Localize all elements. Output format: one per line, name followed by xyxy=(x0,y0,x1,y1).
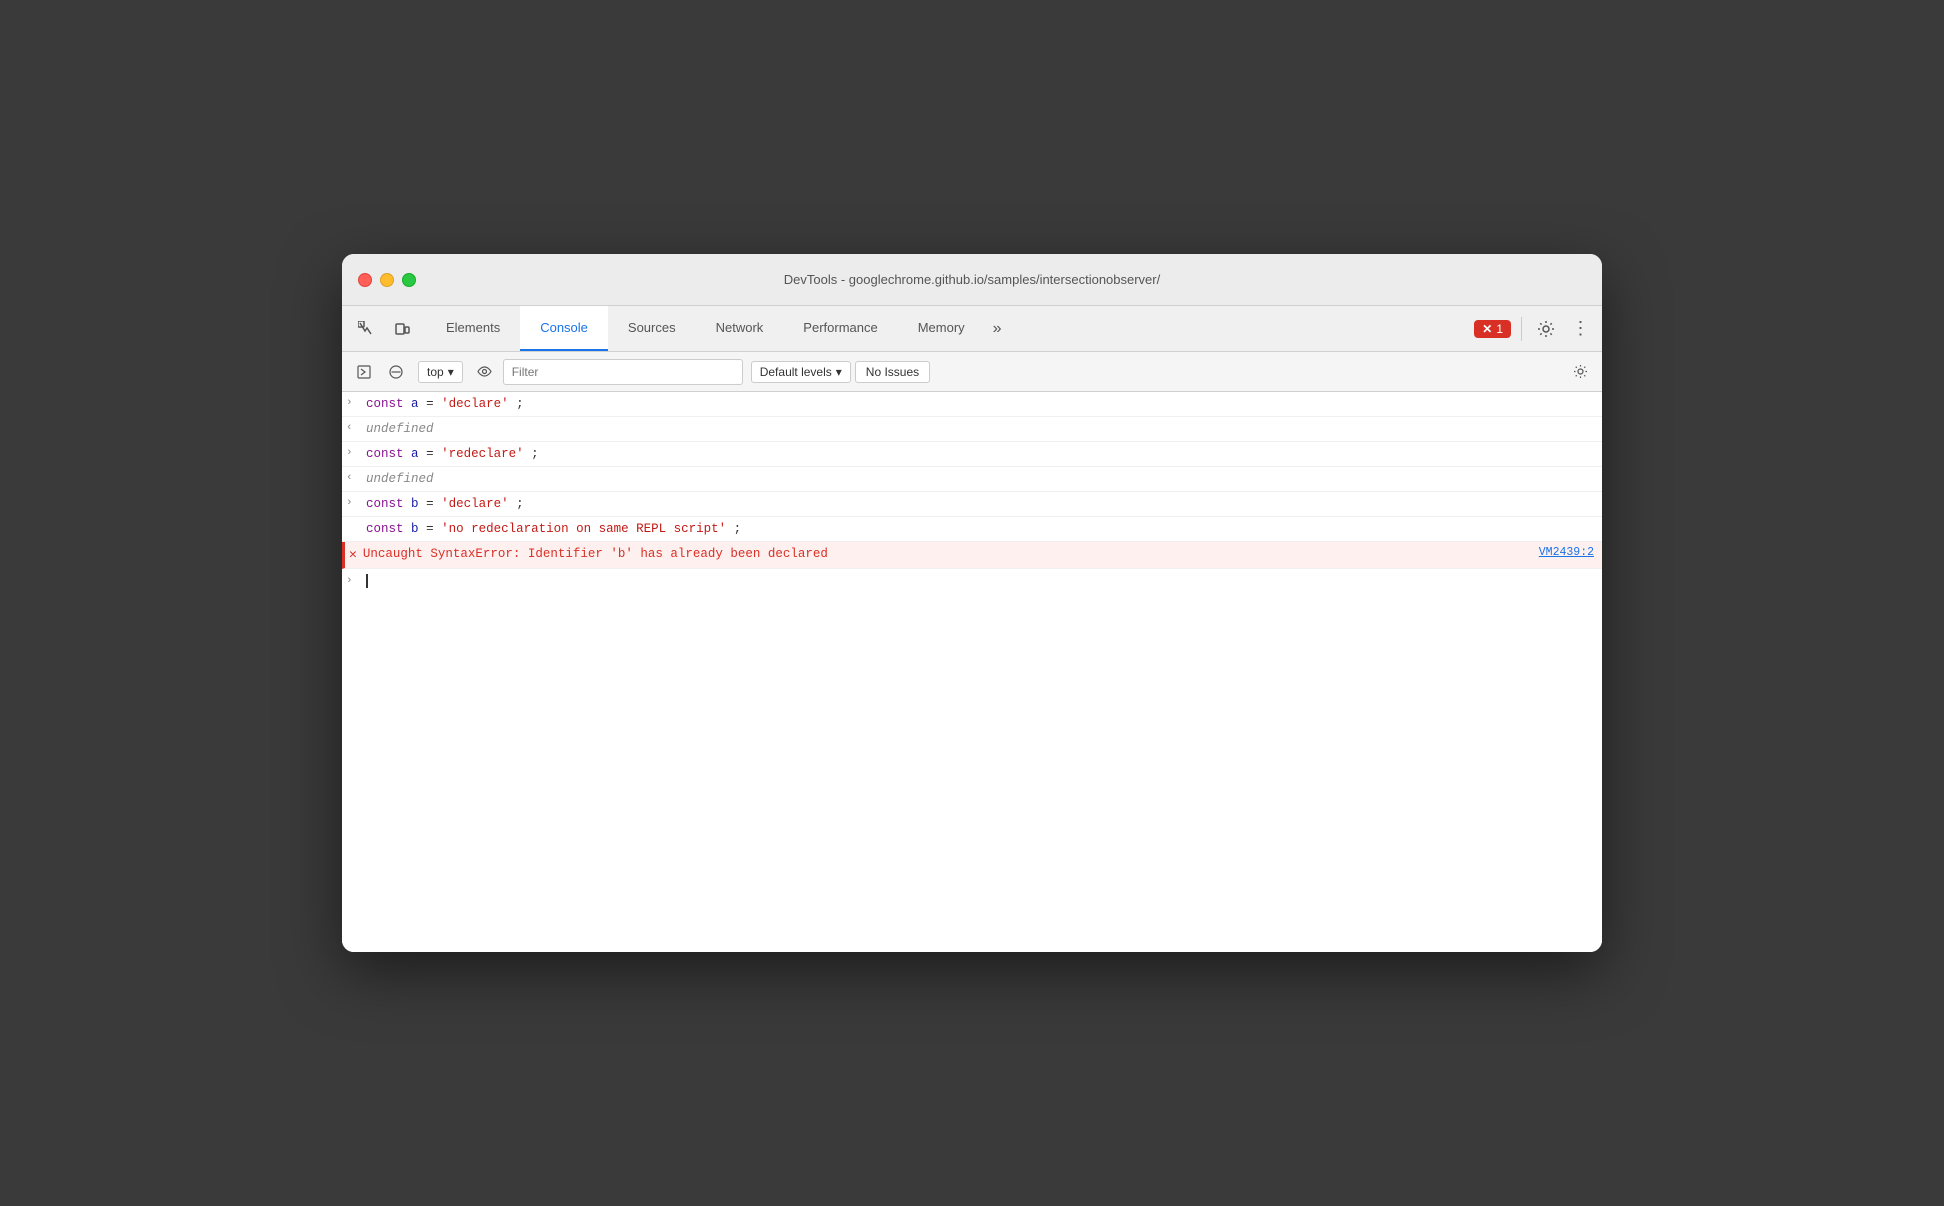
error-source-link[interactable]: VM2439:2 xyxy=(1539,544,1594,562)
tab-list: Elements Console Sources Network Perform… xyxy=(426,306,1466,351)
op-1: = xyxy=(426,397,441,411)
error-text: Uncaught SyntaxError: Identifier 'b' has… xyxy=(363,544,1531,564)
minimize-button[interactable] xyxy=(380,273,394,287)
console-line-2: ‹ undefined xyxy=(342,417,1602,442)
str-1: 'declare' xyxy=(441,397,509,411)
semi-1: ; xyxy=(516,397,524,411)
error-icon: ✕ xyxy=(349,545,357,566)
levels-arrow-icon: ▾ xyxy=(836,365,842,379)
tab-sources[interactable]: Sources xyxy=(608,306,696,351)
more-tabs-button[interactable]: » xyxy=(985,306,1010,351)
run-script-button[interactable] xyxy=(350,358,378,386)
input-arrow: › xyxy=(346,573,360,591)
keyword-1: const xyxy=(366,397,404,411)
semi-6: ; xyxy=(734,522,742,536)
console-error-line: ✕ Uncaught SyntaxError: Identifier 'b' h… xyxy=(342,542,1602,569)
maximize-button[interactable] xyxy=(402,273,416,287)
context-selector[interactable]: top ▾ xyxy=(418,361,463,383)
tab-bar-right: ✕ 1 ⋮ xyxy=(1466,306,1602,351)
return-arrow-1: ‹ xyxy=(346,420,360,438)
var-1: a xyxy=(411,397,419,411)
tab-console[interactable]: Console xyxy=(520,306,608,351)
eye-button[interactable] xyxy=(471,358,499,386)
tab-memory[interactable]: Memory xyxy=(898,306,985,351)
no-issues-button[interactable]: No Issues xyxy=(855,361,930,383)
arrow-icon-3: › xyxy=(346,445,360,463)
error-count: 1 xyxy=(1496,322,1503,336)
console-line-5: › const b = 'declare' ; xyxy=(342,492,1602,517)
traffic-lights xyxy=(358,273,416,287)
device-toolbar-button[interactable] xyxy=(386,313,418,345)
console-input-line[interactable]: › xyxy=(342,569,1602,593)
line-content-1: const a = 'declare' ; xyxy=(366,394,1594,414)
arrow-icon-6: › xyxy=(346,520,360,538)
semi-5: ; xyxy=(516,497,524,511)
context-arrow-icon: ▾ xyxy=(448,365,454,379)
op-6: = xyxy=(426,522,441,536)
op-3: = xyxy=(426,447,441,461)
console-line-4: ‹ undefined xyxy=(342,467,1602,492)
arrow-icon-1: › xyxy=(346,395,360,413)
str-6: 'no redeclaration on same REPL script' xyxy=(441,522,726,536)
console-toolbar: top ▾ Default levels ▾ No Issues xyxy=(342,352,1602,392)
undefined-2: undefined xyxy=(366,472,434,486)
console-line-1: › const a = 'declare' ; xyxy=(342,392,1602,417)
console-line-3: › const a = 'redeclare' ; xyxy=(342,442,1602,467)
divider xyxy=(1521,317,1522,341)
line-content-3: const a = 'redeclare' ; xyxy=(366,444,1594,464)
clear-console-button[interactable] xyxy=(382,358,410,386)
line-content-4: undefined xyxy=(366,469,1594,489)
var-6: b xyxy=(411,522,419,536)
console-toolbar-right xyxy=(1566,358,1594,386)
levels-label: Default levels xyxy=(760,365,832,379)
undefined-1: undefined xyxy=(366,422,434,436)
devtools-container: Elements Console Sources Network Perform… xyxy=(342,306,1602,952)
tab-elements[interactable]: Elements xyxy=(426,306,520,351)
return-arrow-2: ‹ xyxy=(346,470,360,488)
str-5: 'declare' xyxy=(441,497,509,511)
line-content-5: const b = 'declare' ; xyxy=(366,494,1594,514)
context-label: top xyxy=(427,365,444,379)
window-title: DevTools - googlechrome.github.io/sample… xyxy=(784,272,1160,287)
error-icon: ✕ xyxy=(1482,322,1492,336)
cursor xyxy=(366,574,368,588)
settings-button[interactable] xyxy=(1532,315,1560,343)
arrow-icon-5: › xyxy=(346,495,360,513)
filter-input[interactable] xyxy=(503,359,743,385)
console-settings-button[interactable] xyxy=(1566,358,1594,386)
tab-bar: Elements Console Sources Network Perform… xyxy=(342,306,1602,352)
title-bar: DevTools - googlechrome.github.io/sample… xyxy=(342,254,1602,306)
var-5: b xyxy=(411,497,419,511)
line-content-2: undefined xyxy=(366,419,1594,439)
op-5: = xyxy=(426,497,441,511)
line-content-6: const b = 'no redeclaration on same REPL… xyxy=(366,519,1594,539)
keyword-5: const xyxy=(366,497,404,511)
tab-network[interactable]: Network xyxy=(696,306,784,351)
error-badge[interactable]: ✕ 1 xyxy=(1474,320,1511,338)
keyword-6: const xyxy=(366,522,404,536)
str-3: 'redeclare' xyxy=(441,447,524,461)
keyword-3: const xyxy=(366,447,404,461)
devtools-window: DevTools - googlechrome.github.io/sample… xyxy=(342,254,1602,952)
var-3: a xyxy=(411,447,419,461)
tab-bar-left-icons xyxy=(342,306,426,351)
close-button[interactable] xyxy=(358,273,372,287)
more-options-button[interactable]: ⋮ xyxy=(1566,315,1594,343)
levels-selector[interactable]: Default levels ▾ xyxy=(751,361,851,383)
semi-3: ; xyxy=(531,447,539,461)
console-line-6: › const b = 'no redeclaration on same RE… xyxy=(342,517,1602,542)
inspect-element-button[interactable] xyxy=(350,313,382,345)
tab-performance[interactable]: Performance xyxy=(783,306,897,351)
console-output: › const a = 'declare' ; ‹ undefined xyxy=(342,392,1602,952)
